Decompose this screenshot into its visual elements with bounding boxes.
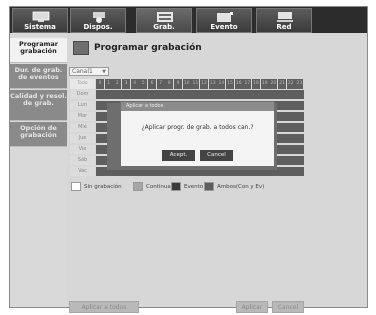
hour-cell[interactable]: 0 — [96, 79, 104, 89]
sidebar-item-label: Opción de grabación — [20, 124, 57, 139]
day-label[interactable]: Dom — [70, 90, 95, 99]
hour-cell[interactable]: 2 — [113, 79, 122, 89]
day-schedule-row[interactable] — [96, 90, 304, 99]
hour-cell[interactable]: 3 — [122, 79, 130, 89]
day-label[interactable]: Jue — [70, 134, 95, 143]
legend: Sin grabación Continua Evento Ambos(Con … — [70, 182, 310, 192]
recorder-icon — [157, 12, 173, 22]
confirm-dialog: Aplicar a todos ¿Aplicar progr. de grab.… — [120, 101, 275, 167]
day-label[interactable]: Lun — [70, 101, 95, 110]
camera-icon — [93, 12, 105, 23]
network-icon — [277, 12, 293, 22]
event-icon — [217, 12, 233, 22]
accept-button[interactable]: Acept. — [162, 150, 195, 161]
dialog-message: ¿Aplicar progr. de grab. a todos can.? — [141, 124, 254, 131]
hour-cell[interactable]: 14 — [217, 79, 226, 89]
channel-value: Canal1 — [72, 68, 93, 75]
legend-label: Ambos(Con y Ev) — [217, 184, 265, 190]
day-label[interactable]: Vac — [70, 167, 95, 176]
day-label[interactable]: Mié — [70, 123, 95, 132]
channel-select[interactable]: Canal1 ▼ — [69, 67, 109, 76]
apply-button[interactable]: Aplicar — [236, 301, 268, 313]
hour-cell[interactable]: 16 — [234, 79, 243, 89]
legend-swatch-continuous — [133, 182, 143, 191]
legend-label: Sin grabación — [84, 184, 122, 190]
page-title: Programar grabación — [94, 43, 202, 53]
hour-cell[interactable]: 20 — [269, 79, 278, 89]
day-label[interactable]: Sáb — [70, 156, 95, 165]
hour-cell[interactable]: 13 — [208, 79, 217, 89]
legend-label: Evento — [184, 184, 204, 190]
hour-cell[interactable]: 7 — [156, 79, 165, 89]
hour-cell[interactable]: 6 — [148, 79, 157, 89]
hour-cell[interactable]: 21 — [278, 79, 287, 89]
sidebar-item-label: Programar grabación — [18, 40, 59, 55]
tab-label: Red — [276, 23, 292, 31]
legend-swatch-event — [171, 182, 181, 191]
sidebar-item-label: Calidad y resol. de grab. — [10, 92, 67, 107]
main-panel: Programar grabación Canal1 ▼ Todo 012345… — [67, 33, 367, 313]
hour-cell[interactable]: 12 — [200, 79, 209, 89]
legend-swatch-both — [204, 182, 214, 191]
sidebar-item-duracion[interactable]: Dur. de grab. de eventos — [10, 64, 67, 89]
sidebar-item-calidad[interactable]: Calidad y resol. de grab. — [10, 90, 67, 121]
tab-grab[interactable]: Grab. — [136, 8, 192, 33]
tab-dispos[interactable]: Dispos. — [70, 8, 126, 33]
hour-cell[interactable]: 9 — [174, 79, 183, 89]
hour-cell[interactable]: 17 — [243, 79, 252, 89]
cancel-button[interactable]: Cancel — [272, 301, 304, 313]
day-label[interactable]: Mar — [70, 112, 95, 121]
hour-cell[interactable]: 10 — [182, 79, 191, 89]
sidebar-item-programar[interactable]: Programar grabación — [10, 38, 67, 63]
app-window: Sistema Dispos. Grab. Evento Red Program… — [9, 6, 368, 313]
monitor-icon — [32, 11, 50, 22]
dialog-cancel-button[interactable]: Cancel — [200, 150, 233, 161]
day-label[interactable]: Vie — [70, 145, 95, 154]
hour-cell[interactable]: 23 — [295, 79, 304, 89]
hour-cell[interactable]: 5 — [139, 79, 148, 89]
hour-cell[interactable]: 4 — [130, 79, 139, 89]
legend-swatch-none — [71, 182, 81, 191]
legend-label: Continua — [146, 184, 171, 190]
hour-cell[interactable]: 1 — [104, 79, 113, 89]
hour-cell[interactable]: 18 — [252, 79, 261, 89]
tab-label: Grab. — [153, 23, 175, 31]
tab-label: Dispos. — [83, 23, 113, 31]
calendar-icon — [73, 41, 89, 55]
top-menu-bar: Sistema Dispos. Grab. Evento Red — [10, 7, 367, 33]
tab-sistema[interactable]: Sistema — [12, 8, 68, 33]
hour-cell[interactable]: 15 — [226, 79, 235, 89]
sidebar-item-label: Dur. de grab. de eventos — [14, 66, 63, 81]
sidebar-item-opcion[interactable]: Opción de grabación — [10, 122, 67, 147]
hour-cell[interactable]: 8 — [165, 79, 174, 89]
sidebar: Programar grabación Dur. de grab. de eve… — [10, 33, 67, 307]
apply-all-button[interactable]: Aplicar a todos — [69, 301, 139, 313]
select-all-cell[interactable]: Todo — [70, 79, 95, 89]
chevron-down-icon: ▼ — [102, 69, 106, 75]
tab-label: Sistema — [24, 23, 56, 31]
hour-cell[interactable]: 19 — [260, 79, 269, 89]
dialog-title: Aplicar a todos — [121, 102, 274, 111]
tab-label: Evento — [210, 23, 238, 31]
hour-cell[interactable]: 22 — [286, 79, 295, 89]
tab-red[interactable]: Red — [256, 8, 312, 33]
tab-evento[interactable]: Evento — [196, 8, 252, 33]
hour-cell[interactable]: 11 — [191, 79, 200, 89]
